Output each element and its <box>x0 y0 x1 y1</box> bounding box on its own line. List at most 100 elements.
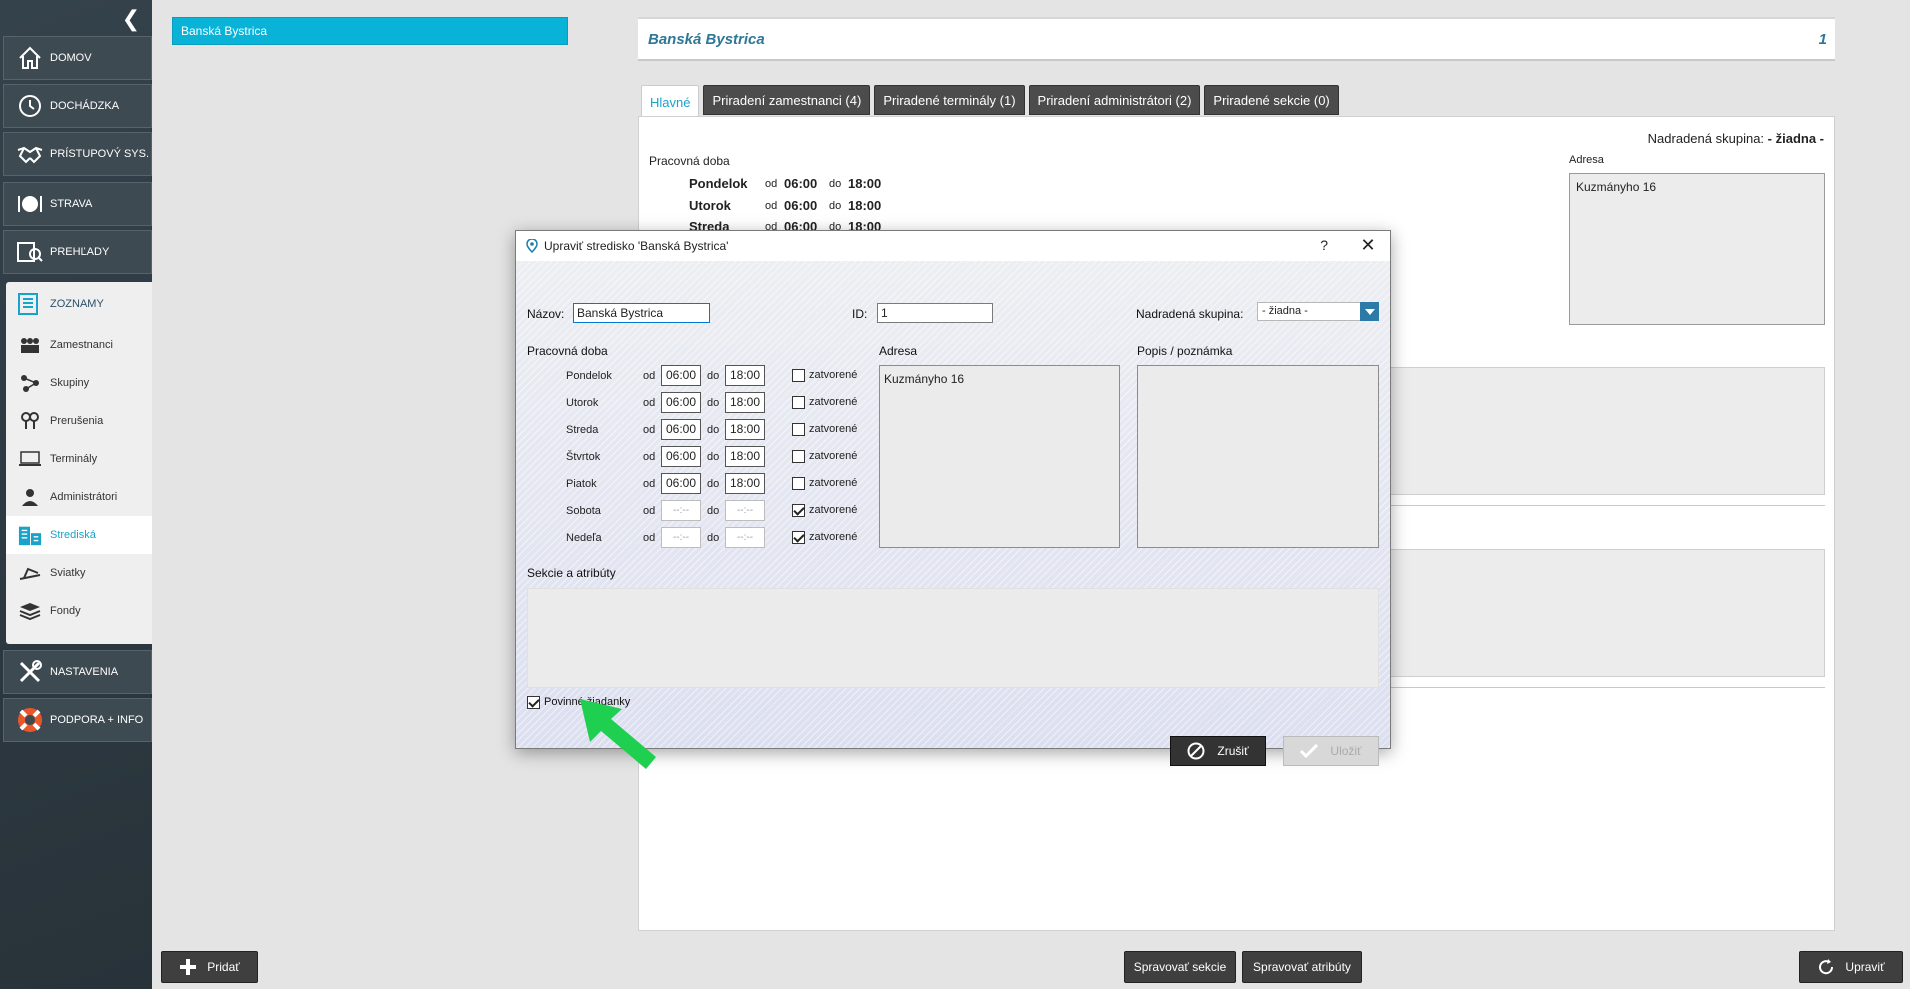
sidebar-item-prerusenia[interactable]: Prerušenia <box>6 402 152 440</box>
time-to-input[interactable]: 18:00 <box>725 419 765 440</box>
sidebar-item-label: Skupiny <box>50 377 90 389</box>
closed-label: zatvorené <box>809 531 858 543</box>
close-icon[interactable]: ✕ <box>1358 235 1378 256</box>
name-input[interactable]: Banská Bystrica <box>573 303 710 323</box>
nav-nastavenia[interactable]: NASTAVENIA <box>3 650 152 694</box>
do-label: do <box>707 478 720 490</box>
do-label: do <box>707 505 720 517</box>
sidebar-item-administratori[interactable]: Administrátori <box>6 478 152 516</box>
od-label: od <box>643 478 656 490</box>
day-name: Pondelok <box>566 370 612 382</box>
plus-icon <box>179 958 197 976</box>
save-button[interactable]: Uložiť <box>1283 736 1379 766</box>
closed-checkbox[interactable] <box>792 531 805 544</box>
dialog-title: Upraviť stredisko 'Banská Bystrica' <box>544 239 729 253</box>
note-box <box>1359 367 1825 495</box>
holiday-icon <box>18 563 42 583</box>
nav-strava-label: STRAVA <box>50 198 93 210</box>
sidebar-item-sviatky[interactable]: Sviatky <box>6 554 152 592</box>
plate-icon <box>16 190 44 218</box>
zoznamy-header[interactable]: ZOZNAMY <box>6 282 152 326</box>
tab-hlavne[interactable]: Hlavné <box>641 85 700 118</box>
manage-sections-button[interactable]: Spravovať sekcie <box>1124 951 1236 983</box>
time-to: 18:00 <box>848 176 882 191</box>
sidebar-item-fondy[interactable]: Fondy <box>6 592 152 630</box>
od-label: od <box>643 370 656 382</box>
time-from-input[interactable]: --:-- <box>661 527 701 548</box>
list-item-selected[interactable]: Banská Bystrica <box>172 17 568 45</box>
do-label: do <box>707 532 720 544</box>
time-to-input[interactable]: --:-- <box>725 527 765 548</box>
tab-priradeni-zamestnanci[interactable]: Priradení zamestnanci (4) <box>703 85 871 115</box>
tab-priradene-sekcie[interactable]: Priradené sekcie (0) <box>1204 85 1339 115</box>
sidebar-item-zamestnanci[interactable]: Zamestnanci <box>6 326 152 364</box>
closed-checkbox[interactable] <box>792 477 805 490</box>
time-to-input[interactable]: --:-- <box>725 500 765 521</box>
day-name: Streda <box>566 424 599 436</box>
address-textarea[interactable]: Kuzmányho 16 <box>879 365 1120 548</box>
time-to-input[interactable]: 18:00 <box>725 473 765 494</box>
nav-pristupovy-sys[interactable]: PRÍSTUPOVÝ SYS. <box>3 132 152 176</box>
time-from-input[interactable]: 06:00 <box>661 392 701 413</box>
zoznamy-submenu: ZOZNAMY Zamestnanci Skupiny Prerušenia T… <box>6 282 152 644</box>
time-from-input[interactable]: 06:00 <box>661 419 701 440</box>
nav-prehlady[interactable]: PREHĽADY <box>3 230 152 274</box>
sidebar-item-strediska[interactable]: Strediská <box>6 516 152 554</box>
mandatory-requests-checkbox[interactable] <box>527 696 540 709</box>
od-label: od <box>643 532 656 544</box>
tab-priradeni-administratori[interactable]: Priradení administrátori (2) <box>1028 85 1201 115</box>
sidebar-item-skupiny[interactable]: Skupiny <box>6 364 152 402</box>
add-button[interactable]: Pridať <box>161 951 258 983</box>
tab-priradene-terminaly[interactable]: Priradené terminály (1) <box>874 85 1025 115</box>
detail-tabs: Hlavné Priradení zamestnanci (4) Prirade… <box>641 85 1339 118</box>
closed-checkbox[interactable] <box>792 504 805 517</box>
sidebar-item-label: Prerušenia <box>50 415 104 427</box>
detail-header: Banská Bystrica 1 <box>638 17 1835 61</box>
id-input[interactable]: 1 <box>877 303 993 323</box>
time-to-input[interactable]: 18:00 <box>725 392 765 413</box>
help-button[interactable]: ? <box>1320 237 1328 253</box>
closed-checkbox[interactable] <box>792 423 805 436</box>
nav-dochadzka[interactable]: DOCHÁDZKA <box>3 84 152 128</box>
manage-attributes-button[interactable]: Spravovať atribúty <box>1242 951 1362 983</box>
parent-group-select[interactable]: - žiadna - <box>1257 302 1379 321</box>
home-icon <box>16 44 44 72</box>
time-from-input[interactable]: --:-- <box>661 500 701 521</box>
time-to-input[interactable]: 18:00 <box>725 365 765 386</box>
parent-group-label: Nadradená skupina: <box>1647 131 1765 146</box>
note-textarea[interactable] <box>1137 365 1379 548</box>
interruption-icon <box>18 411 42 431</box>
name-label: Názov: <box>527 307 565 321</box>
sidebar-item-label: Strediská <box>50 529 96 541</box>
collapse-sidebar-icon[interactable]: ❮ <box>120 8 142 30</box>
day-name: Nedeľa <box>566 532 602 544</box>
groups-icon <box>18 373 42 393</box>
time-from-input[interactable]: 06:00 <box>661 446 701 467</box>
cancel-button[interactable]: Zrušiť <box>1170 736 1266 766</box>
edit-button[interactable]: Upraviť <box>1799 951 1903 983</box>
time-to-input[interactable]: 18:00 <box>725 446 765 467</box>
time-from: 06:00 <box>784 176 818 191</box>
closed-checkbox[interactable] <box>792 369 805 382</box>
nav-domov[interactable]: DOMOV <box>3 36 152 80</box>
work-hours-label: Pracovná doba <box>527 344 608 358</box>
sections-box <box>1359 549 1825 677</box>
parent-group-label: Nadradená skupina: <box>1136 307 1244 321</box>
nav-strava[interactable]: STRAVA <box>3 182 152 226</box>
sidebar-item-label: Terminály <box>50 453 98 465</box>
time-from-input[interactable]: 06:00 <box>661 365 701 386</box>
do-label: do <box>707 451 720 463</box>
address-box: Kuzmányho 16 <box>1569 173 1825 325</box>
chevron-down-icon[interactable] <box>1360 302 1379 321</box>
closed-checkbox[interactable] <box>792 396 805 409</box>
nav-podpora[interactable]: PODPORA + INFO <box>3 698 152 742</box>
sections-list[interactable] <box>527 588 1379 688</box>
closed-checkbox[interactable] <box>792 450 805 463</box>
time-from-input[interactable]: 06:00 <box>661 473 701 494</box>
address-label: Adresa <box>1569 154 1604 166</box>
cancel-icon <box>1187 742 1205 760</box>
address-label: Adresa <box>879 344 918 358</box>
sidebar-item-terminaly[interactable]: Terminály <box>6 440 152 478</box>
dialog-body: Názov: Banská Bystrica ID: 1 Nadradená s… <box>516 261 1390 766</box>
note-label: Popis / poznámka <box>1137 344 1233 358</box>
